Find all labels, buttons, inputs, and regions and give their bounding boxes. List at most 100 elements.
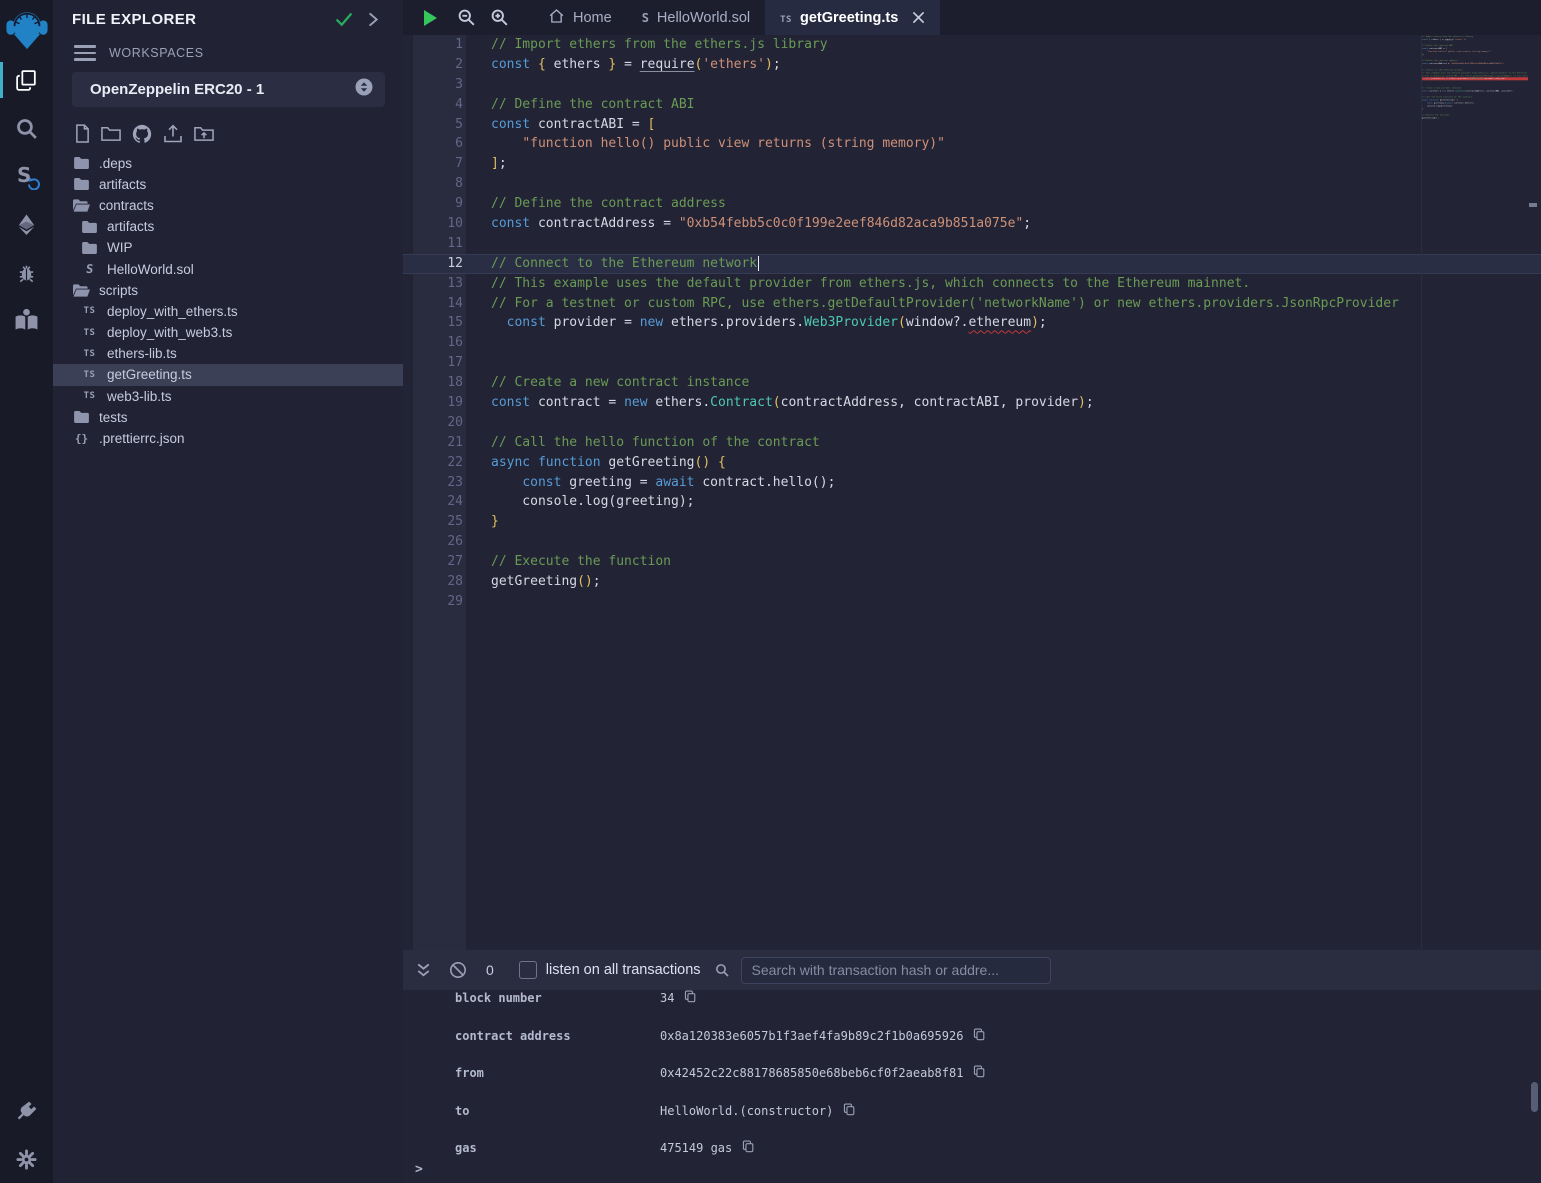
upload-file-icon[interactable] [163, 124, 183, 143]
transaction-count: 0 [486, 962, 494, 978]
tab-getgreeting-ts[interactable]: TSgetGreeting.ts [765, 0, 940, 35]
tree-item-getgreeting-ts[interactable]: TSgetGreeting.ts [53, 364, 403, 385]
tree-item-tests[interactable]: tests [53, 407, 403, 428]
debugger-icon[interactable] [0, 248, 53, 296]
code-line-18: 18// Create a new contract instance [403, 373, 1541, 393]
line-number: 3 [403, 75, 463, 95]
tree-item-artifacts[interactable]: artifacts [53, 216, 403, 237]
tree-item-artifacts[interactable]: artifacts [53, 174, 403, 195]
tab-label: Home [573, 10, 612, 26]
workspaces-menu-icon[interactable] [74, 45, 96, 61]
plugin-manager-icon[interactable] [0, 1087, 53, 1135]
line-number: 9 [403, 194, 463, 214]
tx-row-to: toHelloWorld.(constructor) [403, 1104, 1541, 1142]
tree-item-ethers-lib-ts[interactable]: TSethers-lib.ts [53, 343, 403, 364]
collapse-terminal-icon[interactable] [416, 962, 431, 979]
code-line-10: 10const contractAddress = "0xb54febb5c0c… [403, 214, 1541, 234]
file-explorer-header: FILE EXPLORER [53, 0, 403, 28]
copy-icon[interactable] [684, 990, 696, 1003]
line-number: 8 [403, 174, 463, 194]
svg-text:S: S [17, 163, 31, 187]
deploy-and-run-icon[interactable] [0, 200, 53, 248]
remix-ide-window: S FILE EXPLORER WORKSPACES OpenZeppelin … [0, 0, 1541, 1183]
learneth-icon[interactable] [0, 296, 53, 344]
line-number: 5 [403, 115, 463, 135]
tab-helloworld-sol[interactable]: SHelloWorld.sol [627, 0, 765, 35]
icon-panel: S [0, 0, 53, 1183]
tree-item-label: .prettierrc.json [99, 431, 185, 446]
tree-item-deploy-with-ethers-ts[interactable]: TSdeploy_with_ethers.ts [53, 301, 403, 322]
tree-item-scripts[interactable]: scripts [53, 280, 403, 301]
copy-icon[interactable] [973, 1028, 985, 1041]
tx-row-contract-address: contract address0x8a120383e6057b1f3aef4f… [403, 1029, 1541, 1067]
code-line-1: 1// Import ethers from the ethers.js lib… [403, 35, 1541, 55]
file-explorer-icon[interactable] [0, 56, 53, 104]
listen-label: listen on all transactions [546, 962, 701, 978]
copy-icon[interactable] [742, 1140, 754, 1153]
tree-item--deps[interactable]: .deps [53, 153, 403, 174]
code-editor[interactable]: 1// Import ethers from the ethers.js lib… [403, 35, 1541, 950]
tree-item-helloworld-sol[interactable]: SHelloWorld.sol [53, 258, 403, 279]
line-number: 13 [403, 274, 463, 294]
overview-ruler-mark [1529, 203, 1537, 207]
chevron-right-icon[interactable] [367, 12, 379, 27]
solidity-compiler-icon[interactable]: S [0, 152, 53, 200]
settings-icon[interactable] [0, 1135, 53, 1183]
load-folder-icon[interactable] [194, 125, 214, 142]
zoom-out-icon[interactable] [457, 8, 476, 27]
tree-item-label: .deps [99, 156, 132, 171]
zoom-in-icon[interactable] [490, 8, 509, 27]
tree-item-web3-lib-ts[interactable]: TSweb3-lib.ts [53, 386, 403, 407]
tab-label: getGreeting.ts [800, 10, 898, 26]
text-cursor [758, 256, 759, 271]
line-number: 24 [403, 492, 463, 512]
copy-icon[interactable] [843, 1103, 855, 1116]
sort-updown-icon [355, 78, 373, 101]
line-number: 6 [403, 134, 463, 154]
clear-console-icon[interactable] [449, 961, 467, 979]
transaction-details: block number34contract address0x8a120383… [403, 990, 1541, 1179]
code-line-8: 8 [403, 174, 1541, 194]
workspace-select[interactable]: OpenZeppelin ERC20 - 1 [72, 72, 385, 107]
code-line-14: 14// For a testnet or custom RPC, use et… [403, 294, 1541, 314]
search-icon[interactable] [0, 104, 53, 152]
listen-checkbox[interactable] [519, 961, 537, 979]
line-number: 23 [403, 473, 463, 493]
tree-item-label: artifacts [99, 177, 146, 192]
line-number: 20 [403, 413, 463, 433]
new-folder-icon[interactable] [101, 125, 121, 142]
terminal-scrollbar[interactable] [1531, 1082, 1538, 1112]
close-tab-icon[interactable] [912, 11, 925, 24]
line-number: 22 [403, 453, 463, 473]
tree-item-label: web3-lib.ts [107, 389, 172, 404]
minimap[interactable]: // Import ethers from the ethers.js libr… [1421, 35, 1528, 950]
terminal-search-input[interactable] [741, 957, 1051, 984]
line-number: 14 [403, 294, 463, 314]
tree-item-wip[interactable]: WIP [53, 237, 403, 258]
tx-row-label: block number [455, 991, 660, 1005]
tx-row-value: 0x8a120383e6057b1f3aef4fa9b89c2f1b0a6959… [660, 1029, 963, 1043]
tab-home[interactable]: Home [533, 0, 627, 35]
tree-item-deploy-with-web3-ts[interactable]: TSdeploy_with_web3.ts [53, 322, 403, 343]
file-explorer-panel: FILE EXPLORER WORKSPACES OpenZeppelin ER… [53, 0, 403, 1183]
terminal-prompt[interactable]: > [415, 1162, 423, 1177]
new-file-icon[interactable] [75, 124, 90, 143]
github-icon[interactable] [132, 124, 152, 144]
code-line-19: 19const contract = new ethers.Contract(c… [403, 393, 1541, 413]
code-line-7: 7]; [403, 154, 1541, 174]
code-line-2: 2const { ethers } = require('ethers'); [403, 55, 1541, 75]
line-number: 26 [403, 532, 463, 552]
run-script-button[interactable] [424, 10, 437, 26]
tree-item-contracts[interactable]: contracts [53, 195, 403, 216]
code-line-3: 3 [403, 75, 1541, 95]
tree-item--prettierrc-json[interactable]: {}.prettierrc.json [53, 428, 403, 449]
remix-logo-icon[interactable] [0, 0, 53, 56]
code-line-5: 5const contractABI = [ [403, 115, 1541, 135]
tx-row-gas: gas475149 gas [403, 1141, 1541, 1179]
code-line-21: 21// Call the hello function of the cont… [403, 433, 1541, 453]
terminal-toolbar: 0 listen on all transactions [403, 950, 1541, 990]
copy-icon[interactable] [973, 1065, 985, 1078]
code-line-29: 29 [403, 592, 1541, 612]
folder-icon [81, 221, 98, 233]
folder-icon [73, 178, 90, 190]
